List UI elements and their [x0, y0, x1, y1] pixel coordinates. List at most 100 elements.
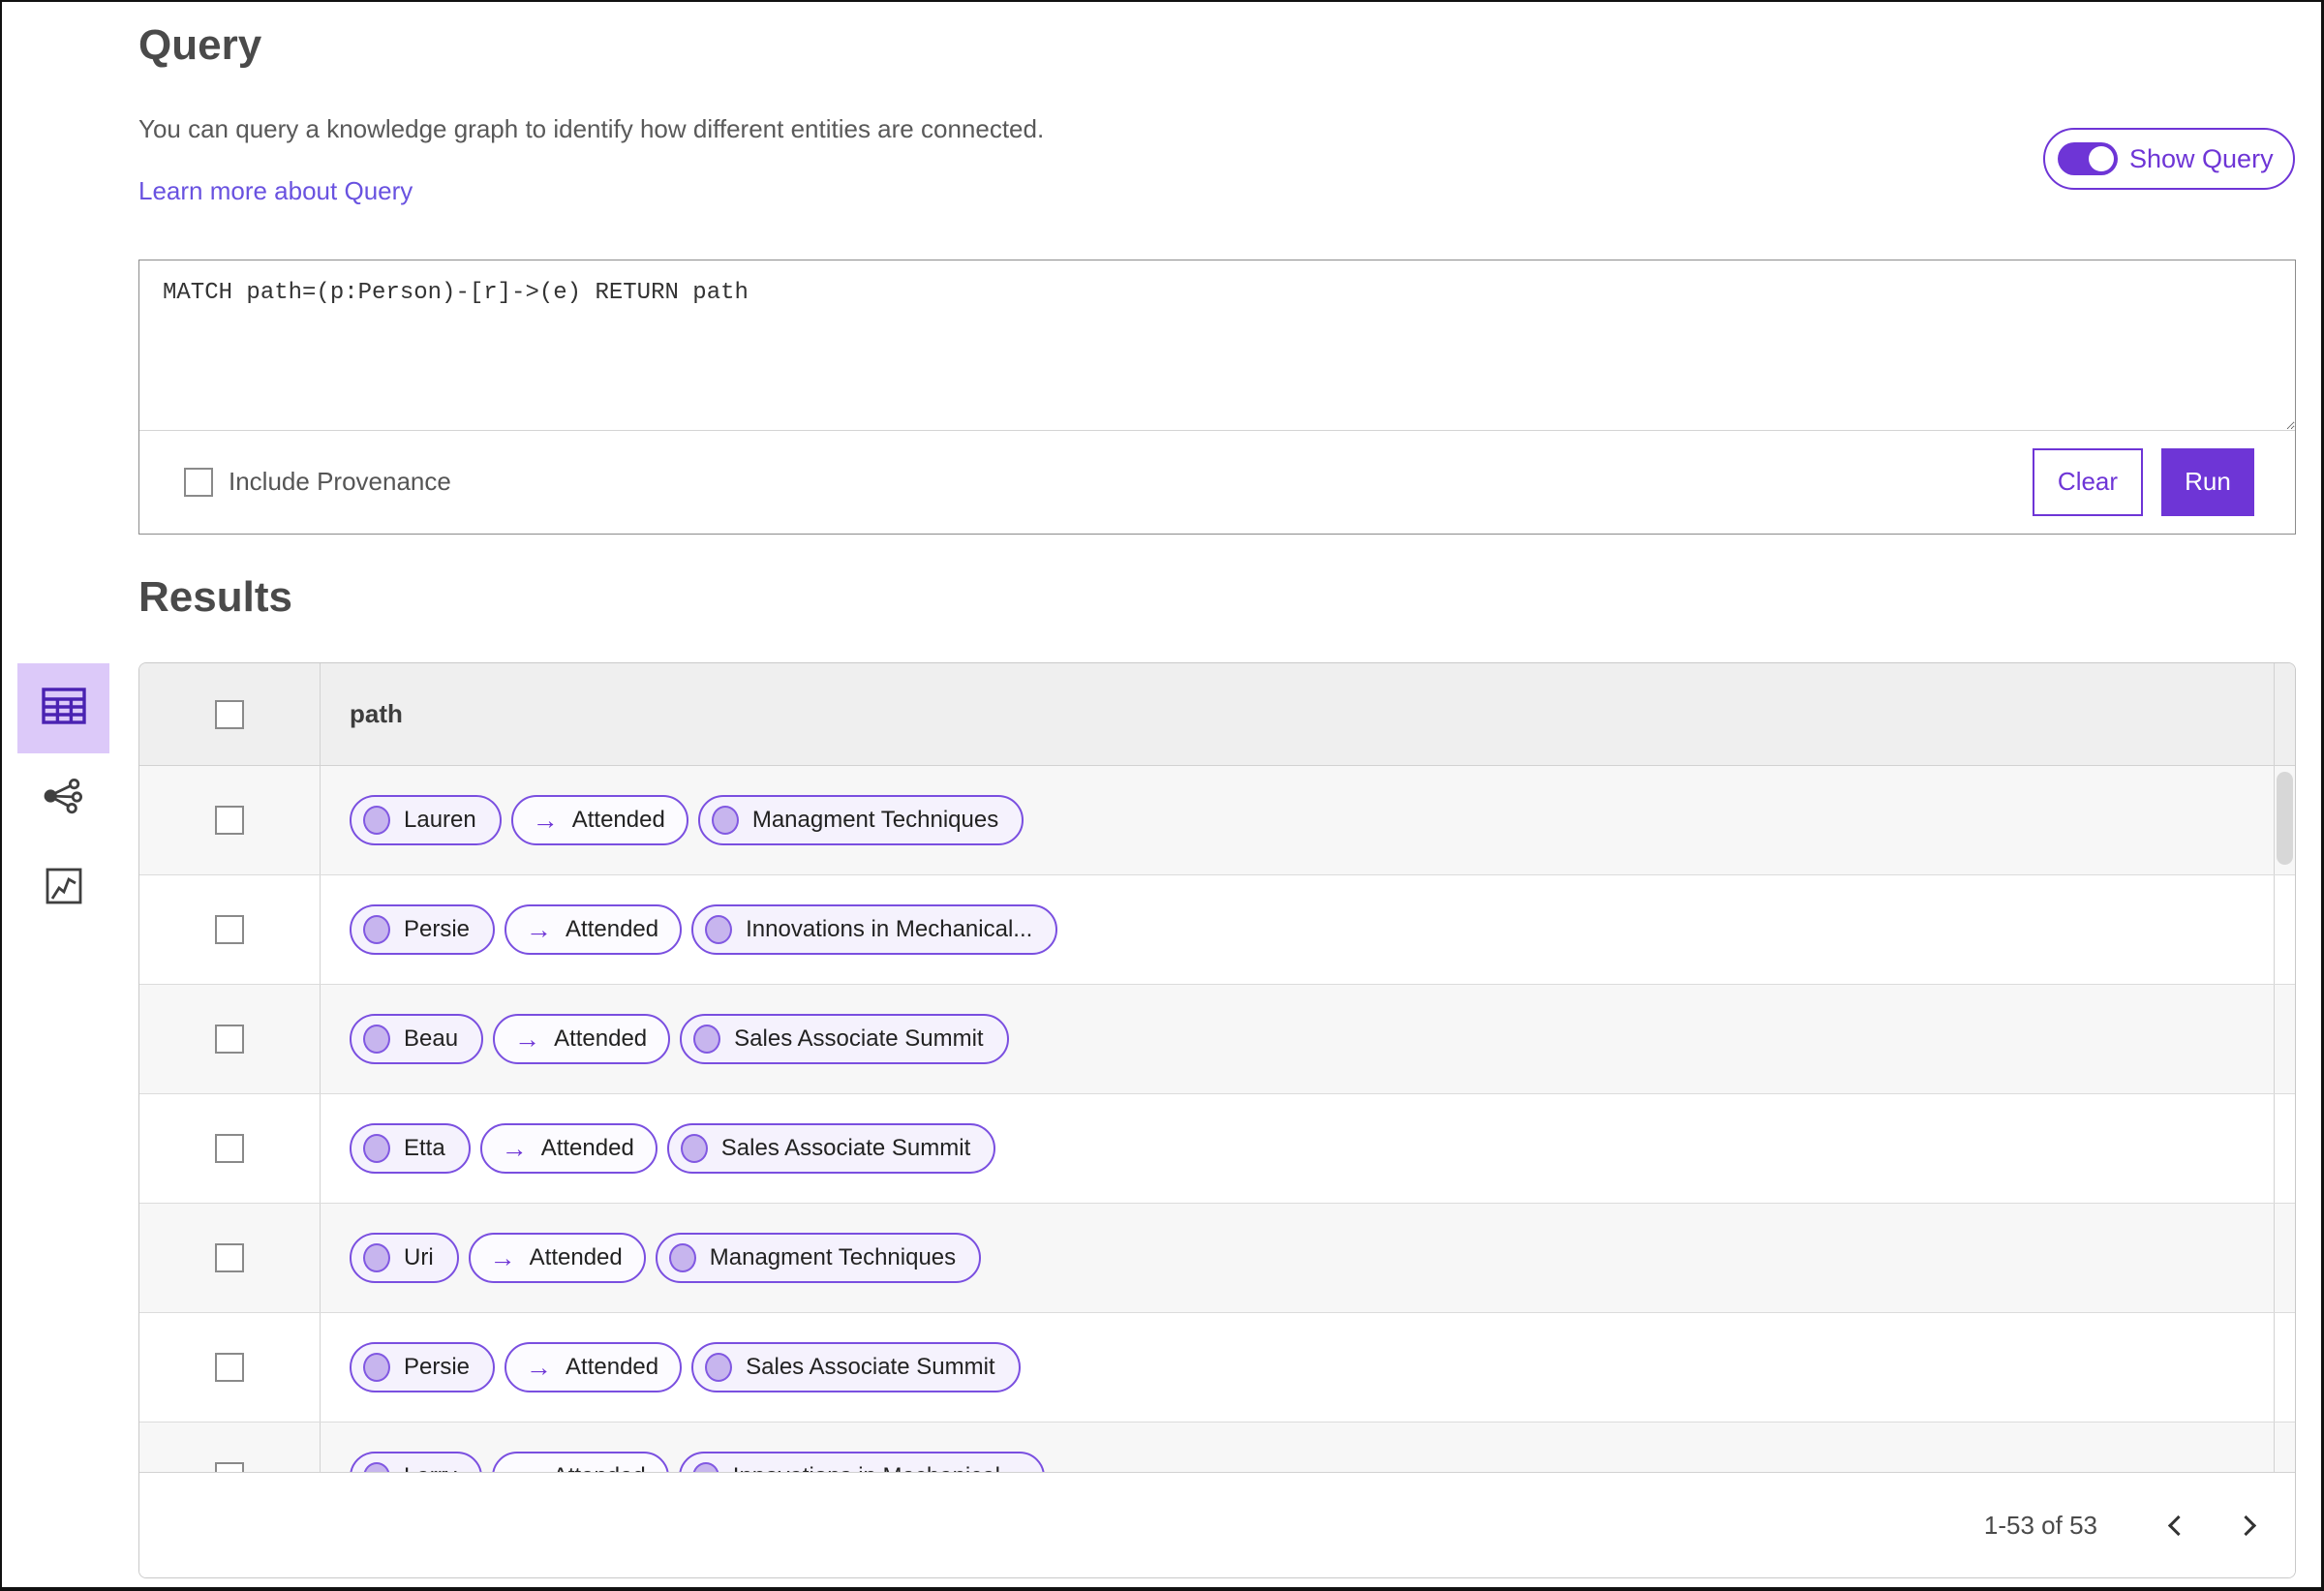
node-pill[interactable]: Sales Associate Summit [680, 1014, 1009, 1064]
path-value: Persie → Attended Innovations in Mechanic… [350, 904, 1058, 955]
include-provenance-label: Include Provenance [229, 467, 451, 496]
entity-node-icon [363, 1353, 390, 1382]
entity-node-icon [705, 915, 733, 944]
learn-more-link[interactable]: Learn more about Query [138, 176, 413, 206]
node-pill[interactable]: Managment Techniques [655, 1233, 982, 1283]
select-all-checkbox[interactable] [215, 699, 244, 729]
entity-node-icon [363, 1134, 390, 1163]
entity-node-icon [363, 915, 390, 944]
entity-node-icon [705, 1353, 733, 1382]
page-title: Query [138, 21, 262, 69]
pagination-range-label: 1-53 of 53 [1983, 1510, 2097, 1540]
path-value: Larry →Attended Innovations in Mechanica… [350, 1452, 1045, 1472]
table-view-button[interactable] [17, 663, 109, 753]
table-icon [41, 687, 86, 730]
page-description: You can query a knowledge graph to ident… [138, 114, 1045, 143]
arrow-right-icon: → [501, 1133, 528, 1163]
node-pill[interactable]: Beau [350, 1014, 484, 1064]
results-view-switcher [17, 663, 109, 933]
row-checkbox[interactable] [215, 1462, 244, 1472]
edge-pill[interactable]: →Attended [505, 904, 683, 955]
entity-node-icon [680, 1134, 708, 1163]
results-table: path Lauren → Attended Managment Techniqu… [138, 662, 2296, 1578]
chart-view-button[interactable] [17, 843, 109, 933]
path-value: Uri → Attended Managment Techniques [350, 1233, 982, 1283]
table-row: Larry →Attended Innovations in Mechanica… [139, 1423, 2295, 1472]
clear-button[interactable]: Clear [2033, 447, 2143, 516]
results-title: Results [138, 573, 292, 621]
toggle-on-icon[interactable] [2058, 142, 2118, 175]
query-panel-footer: Include Provenance Clear Run [139, 431, 2295, 533]
show-query-toggle[interactable]: Show Query [2043, 128, 2295, 190]
network-icon [44, 778, 84, 819]
path-column-header: path [350, 699, 403, 728]
row-checkbox[interactable] [215, 915, 244, 944]
entity-node-icon [363, 1025, 390, 1054]
path-value: Persie → Attended Sales Associate Summit [350, 1342, 1021, 1392]
entity-node-icon [363, 1243, 390, 1272]
row-checkbox[interactable] [215, 1353, 244, 1382]
query-panel: MATCH path=(p:Person)-[r]->(e) RETURN pa… [138, 260, 2296, 535]
path-value: Etta → Attended Sales Associate Summit [350, 1123, 996, 1174]
entity-node-icon [693, 1025, 721, 1054]
row-checkbox[interactable] [215, 1025, 244, 1054]
entity-node-icon [711, 806, 739, 835]
entity-node-icon [691, 1462, 719, 1472]
chevron-left-icon [2167, 1515, 2188, 1536]
row-checkbox[interactable] [215, 1243, 244, 1272]
node-pill[interactable]: Lauren [350, 795, 502, 845]
arrow-right-icon: → [526, 1352, 553, 1382]
edge-pill[interactable]: →Attended [468, 1233, 646, 1283]
include-provenance-checkbox[interactable] [184, 467, 213, 497]
run-button[interactable]: Run [2161, 447, 2254, 516]
vertical-scrollbar-thumb[interactable] [2277, 772, 2293, 865]
show-query-label: Show Query [2129, 143, 2274, 173]
edge-pill[interactable]: →Attended [510, 795, 688, 845]
node-pill[interactable]: Innovations in Mechanical... [691, 904, 1058, 955]
table-rows-viewport[interactable]: Lauren → Attended Managment Techniques Pe… [139, 766, 2295, 1472]
arrow-right-icon: → [513, 1463, 539, 1472]
node-pill[interactable]: Etta [350, 1123, 471, 1174]
table-row: Beau → Attended Sales Associate Summit [139, 985, 2295, 1094]
previous-page-button[interactable] [2152, 1502, 2198, 1548]
entity-node-icon [363, 1462, 390, 1472]
network-view-button[interactable] [17, 753, 109, 843]
node-pill[interactable]: Uri [350, 1233, 459, 1283]
entity-node-icon [668, 1243, 696, 1272]
table-row: Uri → Attended Managment Techniques [139, 1204, 2295, 1313]
table-row: Lauren → Attended Managment Techniques [139, 766, 2295, 875]
node-pill[interactable]: Larry [350, 1452, 482, 1472]
chart-icon [46, 868, 82, 909]
row-checkbox[interactable] [215, 1134, 244, 1163]
node-pill[interactable]: Sales Associate Summit [691, 1342, 1021, 1392]
table-header-row: path [139, 663, 2295, 766]
arrow-right-icon: → [489, 1242, 516, 1272]
entity-node-icon [363, 806, 390, 835]
header-path-cell: path [321, 663, 2274, 765]
node-pill[interactable]: Sales Associate Summit [666, 1123, 996, 1174]
toggle-knob [2089, 146, 2114, 171]
edge-pill[interactable]: →Attended [493, 1014, 671, 1064]
path-value: Lauren → Attended Managment Techniques [350, 795, 1024, 845]
path-value: Beau → Attended Sales Associate Summit [350, 1014, 1009, 1064]
node-pill[interactable]: Persie [350, 1342, 496, 1392]
row-checkbox[interactable] [215, 806, 244, 835]
pagination-bar: 1-53 of 53 [139, 1472, 2295, 1577]
edge-pill[interactable]: →Attended [479, 1123, 657, 1174]
node-pill[interactable]: Managment Techniques [697, 795, 1024, 845]
table-row: Persie → Attended Innovations in Mechanic… [139, 875, 2295, 985]
query-editor[interactable]: MATCH path=(p:Person)-[r]->(e) RETURN pa… [139, 260, 2295, 431]
next-page-button[interactable] [2225, 1502, 2272, 1548]
arrow-right-icon: → [532, 805, 559, 835]
scrollbar-gutter [2274, 663, 2295, 765]
header-checkbox-cell [139, 663, 321, 765]
table-row: Etta → Attended Sales Associate Summit [139, 1094, 2295, 1204]
edge-pill[interactable]: →Attended [505, 1342, 683, 1392]
chevron-right-icon [2235, 1515, 2256, 1536]
edge-pill[interactable]: →Attended [491, 1452, 669, 1472]
arrow-right-icon: → [514, 1024, 541, 1054]
node-pill[interactable]: Innovations in Mechanical... [678, 1452, 1045, 1472]
table-row: Persie → Attended Sales Associate Summit [139, 1313, 2295, 1423]
arrow-right-icon: → [526, 914, 553, 944]
node-pill[interactable]: Persie [350, 904, 496, 955]
